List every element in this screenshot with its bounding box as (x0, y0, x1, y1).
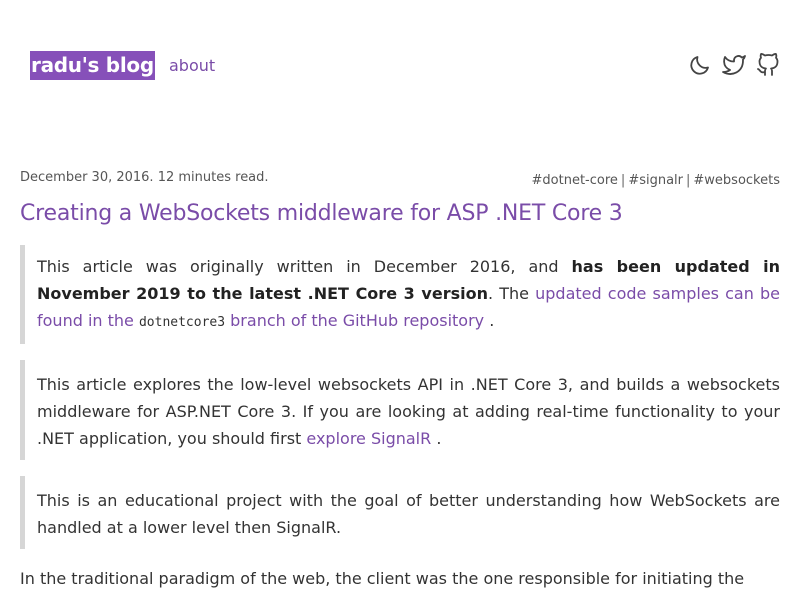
explore-signalr-link[interactable]: explore SignalR (306, 429, 431, 448)
header-icons (688, 52, 780, 78)
update-note: This article was originally written in D… (20, 245, 780, 344)
post-main: December 30, 2016. 12 minutes read. #dot… (20, 168, 780, 592)
tag-websockets[interactable]: #websockets (693, 173, 780, 188)
twitter-link[interactable] (722, 52, 746, 78)
tag-separator: | (686, 173, 691, 188)
post-title: Creating a WebSockets middleware for ASP… (20, 201, 623, 226)
educational-note-text: This is an educational project with the … (37, 491, 780, 537)
scope-note: This article explores the low-level webs… (20, 360, 780, 460)
moon-icon (690, 56, 709, 75)
github-icon (757, 53, 779, 76)
update-note-end: . (484, 311, 495, 330)
code-samples-link-text-end: branch of the GitHub repository (225, 311, 485, 330)
post-tags: #dotnet-core | #signalr | #websockets (532, 173, 780, 188)
scope-note-end: . (431, 429, 442, 448)
tag-separator: | (620, 173, 626, 188)
update-note-mid: . The (487, 284, 536, 303)
github-link[interactable] (756, 52, 780, 78)
intro-paragraph: In the traditional paradigm of the web, … (20, 569, 745, 588)
tag-signalr[interactable]: #signalr (628, 173, 683, 188)
nav-about-link[interactable]: about (169, 55, 215, 77)
branch-name-code: dotnetcore3 (138, 315, 226, 330)
dark-mode-toggle[interactable] (688, 52, 712, 78)
educational-note: This is an educational project with the … (20, 476, 780, 549)
tag-dotnet-core[interactable]: #dotnet-core (532, 173, 618, 188)
site-logo-link[interactable]: radu's blog (30, 51, 155, 80)
post-date: December 30, 2016. 12 minutes read. (20, 170, 269, 185)
site-header: radu's blog about (0, 0, 800, 120)
twitter-icon (722, 55, 746, 75)
post-meta: December 30, 2016. 12 minutes read. #dot… (20, 168, 780, 190)
update-note-intro: This article was originally written in D… (37, 257, 572, 276)
